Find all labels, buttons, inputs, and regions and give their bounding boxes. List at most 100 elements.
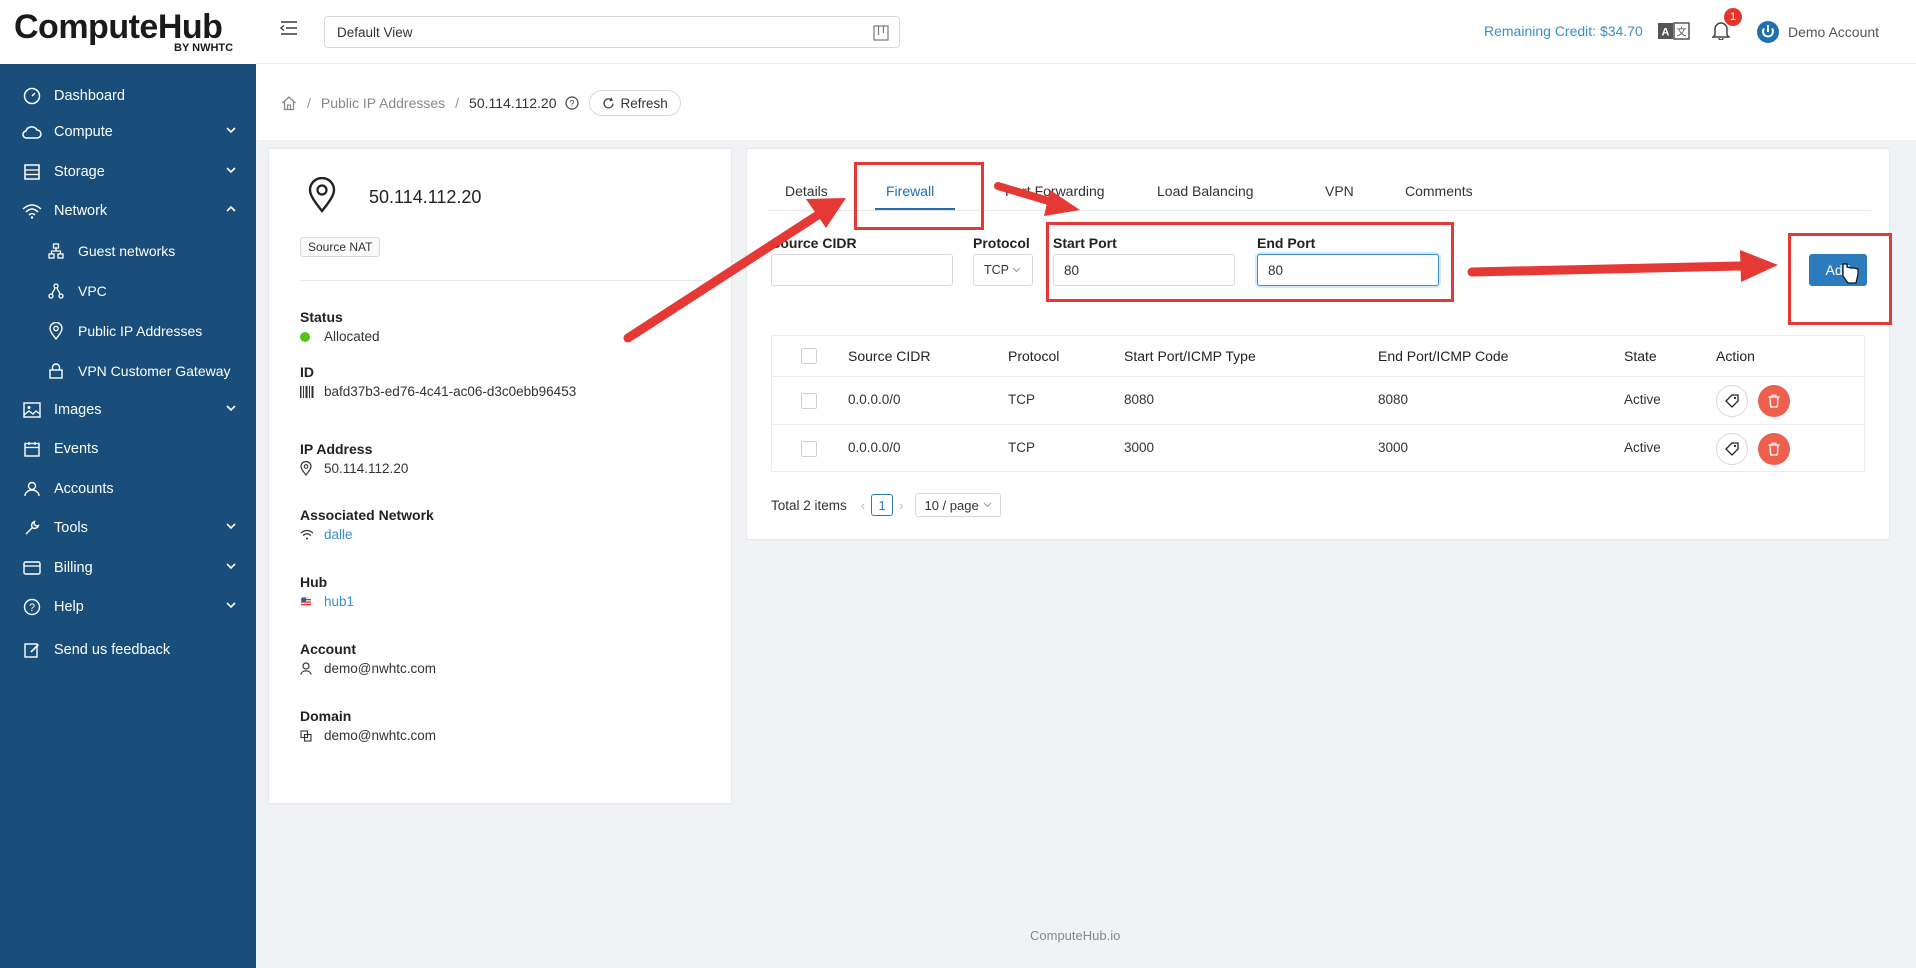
billing-icon xyxy=(22,558,42,578)
menu-fold-icon[interactable] xyxy=(280,20,298,36)
sidebar-item-vpc[interactable]: VPC xyxy=(0,271,256,311)
user-icon xyxy=(300,662,312,675)
refresh-label: Refresh xyxy=(620,95,668,111)
row-checkbox[interactable] xyxy=(801,393,817,409)
refresh-button[interactable]: Refresh xyxy=(588,90,681,116)
col-protocol: Protocol xyxy=(1008,348,1060,364)
id-label: ID xyxy=(300,364,314,380)
protocol-select[interactable]: TCP xyxy=(973,254,1033,286)
account-value: demo@nwhtc.com xyxy=(300,661,436,676)
logo-text: ComputeHub xyxy=(14,8,223,46)
storage-icon xyxy=(22,162,42,182)
translate-icon[interactable]: A文 xyxy=(1658,22,1690,40)
remaining-credit[interactable]: Remaining Credit: $34.70 xyxy=(1484,23,1643,39)
help-icon: ? xyxy=(22,597,42,617)
page-number[interactable]: 1 xyxy=(871,494,894,516)
select-all-checkbox[interactable] xyxy=(801,348,817,364)
trash-icon xyxy=(1768,442,1780,456)
chevron-down-icon xyxy=(226,523,236,530)
breadcrumb-bar: / Public IP Addresses / 50.114.112.20 ? … xyxy=(256,64,1916,140)
lock-icon xyxy=(46,361,66,381)
logo[interactable]: ComputeHub BY NWHTC xyxy=(0,0,256,64)
network-link[interactable]: dalle xyxy=(324,527,353,542)
refresh-icon xyxy=(602,97,614,108)
tab-load-balancing[interactable]: Load Balancing xyxy=(1157,183,1254,199)
edit-tag-button[interactable] xyxy=(1716,433,1748,465)
account-name: Demo Account xyxy=(1788,24,1880,40)
chevron-down-icon xyxy=(226,127,236,134)
sidebar-item-vpn-customer-gateway[interactable]: VPN Customer Gateway xyxy=(0,351,256,391)
view-select-value: Default View xyxy=(337,24,413,40)
total-items: Total 2 items xyxy=(771,497,847,513)
sidebar-item-label: VPN Customer Gateway xyxy=(78,363,231,379)
tab-vpn[interactable]: VPN xyxy=(1325,183,1354,199)
delete-rule-button[interactable] xyxy=(1758,433,1790,465)
cell-source-cidr: 0.0.0.0/0 xyxy=(848,440,901,455)
sidebar-item-help[interactable]: ? Help xyxy=(0,587,256,627)
location-icon xyxy=(46,321,66,341)
sidebar-item-tools[interactable]: Tools xyxy=(0,508,256,548)
sidebar-item-network[interactable]: Network xyxy=(0,191,256,231)
domain-text: demo@nwhtc.com xyxy=(324,728,436,743)
account-menu[interactable]: Demo Account xyxy=(1756,20,1879,44)
home-icon[interactable] xyxy=(281,95,297,111)
sidebar-item-public-ip-addresses[interactable]: Public IP Addresses xyxy=(0,311,256,351)
sidebar-item-dashboard[interactable]: Dashboard xyxy=(0,76,256,116)
sidebar-item-events[interactable]: Events xyxy=(0,429,256,469)
next-page-icon[interactable]: › xyxy=(899,498,903,513)
hub-link[interactable]: hub1 xyxy=(324,594,354,609)
image-icon xyxy=(22,400,42,420)
sidebar-item-label: Compute xyxy=(54,124,113,140)
prev-page-icon[interactable]: ‹ xyxy=(861,498,865,513)
status-dot xyxy=(300,331,310,342)
edit-tag-button[interactable] xyxy=(1716,385,1748,417)
notification-badge: 1 xyxy=(1724,8,1742,26)
svg-text:A: A xyxy=(1662,27,1670,39)
row-checkbox[interactable] xyxy=(801,441,817,457)
tab-port-forwarding[interactable]: Port Forwarding xyxy=(1005,183,1105,199)
page-size-select[interactable]: 10 / page xyxy=(915,493,1001,517)
vpc-icon xyxy=(46,281,66,301)
source-cidr-input[interactable] xyxy=(771,254,953,286)
user-icon xyxy=(22,479,42,499)
sidebar-item-accounts[interactable]: Accounts xyxy=(0,469,256,509)
sidebar-item-label: Storage xyxy=(54,164,105,180)
cell-end-port: 3000 xyxy=(1378,440,1409,455)
breadcrumb-public-ips[interactable]: Public IP Addresses xyxy=(321,95,445,111)
sidebar-item-billing[interactable]: Billing xyxy=(0,548,256,588)
question-icon[interactable]: ? xyxy=(564,96,579,110)
cell-state: Active xyxy=(1624,392,1661,407)
sidebar-item-send-feedback[interactable]: Send us feedback xyxy=(0,630,256,670)
sidebar-item-images[interactable]: Images xyxy=(0,390,256,430)
sidebar-item-storage[interactable]: Storage xyxy=(0,152,256,192)
power-icon xyxy=(1757,21,1779,43)
wrench-icon xyxy=(22,518,42,538)
account-text: demo@nwhtc.com xyxy=(324,661,436,676)
sidebar-item-label: Public IP Addresses xyxy=(78,323,203,339)
tab-details[interactable]: Details xyxy=(785,183,828,199)
id-value: bafd37b3-ed76-4c41-ac06-d3c0ebb96453 xyxy=(300,384,576,399)
sidebar-item-guest-networks[interactable]: Guest networks xyxy=(0,231,256,271)
location-icon xyxy=(308,177,336,213)
us-flag-icon xyxy=(300,596,312,607)
source-cidr-label: Source CIDR xyxy=(771,235,857,251)
ip-address-label: IP Address xyxy=(300,441,373,457)
pagination: Total 2 items ‹ 1 › 10 / page xyxy=(771,493,1001,517)
board-icon xyxy=(873,25,889,41)
ip-detail-card: 50.114.112.20 Source NAT Status Allocate… xyxy=(268,148,732,804)
network-value: dalle xyxy=(300,527,353,542)
chevron-down-icon xyxy=(983,502,992,508)
source-nat-tag: Source NAT xyxy=(300,237,381,257)
footer-text: ComputeHub.io xyxy=(1030,928,1121,943)
tab-comments[interactable]: Comments xyxy=(1405,183,1473,199)
view-select[interactable]: Default View xyxy=(324,16,900,48)
calendar-icon xyxy=(22,439,42,459)
svg-text:?: ? xyxy=(29,602,35,614)
delete-rule-button[interactable] xyxy=(1758,385,1790,417)
domain-icon xyxy=(300,729,312,742)
sidebar-item-compute[interactable]: Compute xyxy=(0,112,256,152)
status-label: Status xyxy=(300,309,343,325)
chevron-down-icon xyxy=(226,563,236,570)
tag-icon xyxy=(1725,442,1739,456)
sidebar-item-label: Network xyxy=(54,203,108,219)
